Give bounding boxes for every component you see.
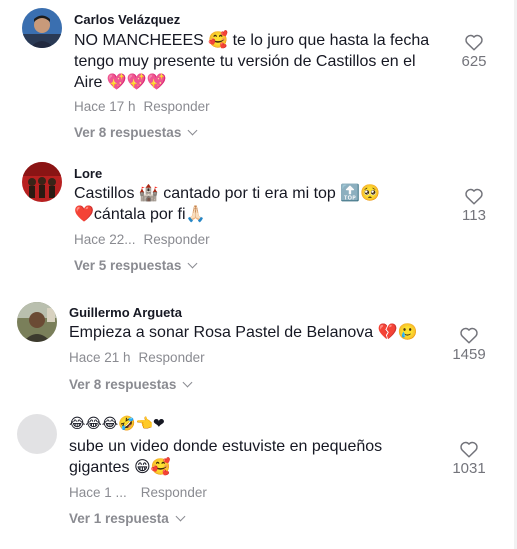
comment-text-line: ❤️cántala por fi🙏🏻 bbox=[74, 206, 206, 223]
like-count: 1031 bbox=[452, 460, 486, 477]
comment-text-line: Empieza a sonar Rosa Pastel de Belanova … bbox=[69, 324, 418, 341]
heart-outline-icon bbox=[460, 327, 478, 344]
like-count: 113 bbox=[462, 207, 486, 224]
avatar[interactable] bbox=[17, 302, 57, 342]
comment-text: Castillos 🏰 cantado por ti era mi top 🔝🥺… bbox=[74, 183, 380, 225]
view-replies-label: Ver 8 respuestas bbox=[69, 377, 177, 392]
comment-text-line: Castillos 🏰 cantado por ti era mi top 🔝🥺 bbox=[74, 185, 381, 202]
like-button[interactable]: 113 bbox=[444, 187, 504, 224]
like-button[interactable]: 1031 bbox=[439, 440, 499, 477]
chevron-down-icon bbox=[187, 125, 198, 136]
like-count: 625 bbox=[461, 53, 487, 70]
comment-meta: Hace 21 h Responder bbox=[69, 350, 205, 365]
heart-outline-icon bbox=[465, 34, 483, 51]
comment-meta: Hace 22... Responder bbox=[74, 232, 210, 247]
view-replies-button[interactable]: Ver 5 respuestas bbox=[74, 258, 198, 273]
reply-button[interactable]: Responder bbox=[141, 485, 207, 500]
comment-meta: Hace 17 h Responder bbox=[74, 99, 210, 114]
view-replies-button[interactable]: Ver 1 respuesta bbox=[69, 511, 186, 526]
avatar[interactable] bbox=[22, 162, 62, 202]
chevron-down-icon bbox=[182, 377, 193, 388]
comment-username[interactable]: Lore bbox=[74, 166, 102, 181]
comment-username[interactable]: Guillermo Argueta bbox=[69, 305, 182, 320]
comment-timestamp: Hace 22... bbox=[74, 232, 136, 247]
avatar[interactable] bbox=[17, 414, 57, 454]
comment-meta: Hace 1 ... Responder bbox=[69, 485, 207, 500]
comment-text-line: sube un video donde estuviste en pequeño… bbox=[69, 438, 383, 455]
view-replies-label: Ver 5 respuestas bbox=[74, 258, 182, 273]
view-replies-button[interactable]: Ver 8 respuestas bbox=[74, 125, 198, 140]
chevron-down-icon bbox=[187, 258, 198, 269]
comment-username[interactable]: 😂😂😂🤣👈❤ bbox=[69, 415, 165, 432]
comment-username[interactable]: Carlos Velázquez bbox=[74, 12, 180, 27]
like-count: 1459 bbox=[452, 346, 486, 363]
comment-timestamp: Hace 21 h bbox=[69, 350, 131, 365]
comment-text-line: NO MANCHEEES 🥰 te lo juro que hasta la f… bbox=[74, 32, 430, 49]
comment-text: NO MANCHEEES 🥰 te lo juro que hasta la f… bbox=[74, 30, 429, 93]
view-replies-button[interactable]: Ver 8 respuestas bbox=[69, 377, 193, 392]
comment-timestamp: Hace 17 h bbox=[74, 99, 136, 114]
view-replies-label: Ver 8 respuestas bbox=[74, 125, 182, 140]
comment-text-line: gigantes 😁🥰 bbox=[69, 459, 171, 476]
comment-text: Empieza a sonar Rosa Pastel de Belanova … bbox=[69, 322, 417, 343]
heart-outline-icon bbox=[460, 441, 478, 458]
comment-timestamp: Hace 1 ... bbox=[69, 485, 127, 500]
comment-text: sube un video donde estuviste en pequeño… bbox=[69, 436, 382, 478]
avatar[interactable] bbox=[22, 8, 62, 48]
comment-text-line: tengo muy presente tu versión de Castill… bbox=[74, 53, 416, 70]
reply-button[interactable]: Responder bbox=[144, 232, 210, 247]
view-replies-label: Ver 1 respuesta bbox=[69, 511, 169, 526]
like-button[interactable]: 625 bbox=[444, 33, 504, 70]
like-button[interactable]: 1459 bbox=[439, 326, 499, 363]
heart-outline-icon bbox=[465, 188, 483, 205]
comment-text-line: Aire 💖💖💖 bbox=[74, 74, 167, 91]
reply-button[interactable]: Responder bbox=[139, 350, 205, 365]
chevron-down-icon bbox=[175, 511, 186, 522]
reply-button[interactable]: Responder bbox=[144, 99, 210, 114]
